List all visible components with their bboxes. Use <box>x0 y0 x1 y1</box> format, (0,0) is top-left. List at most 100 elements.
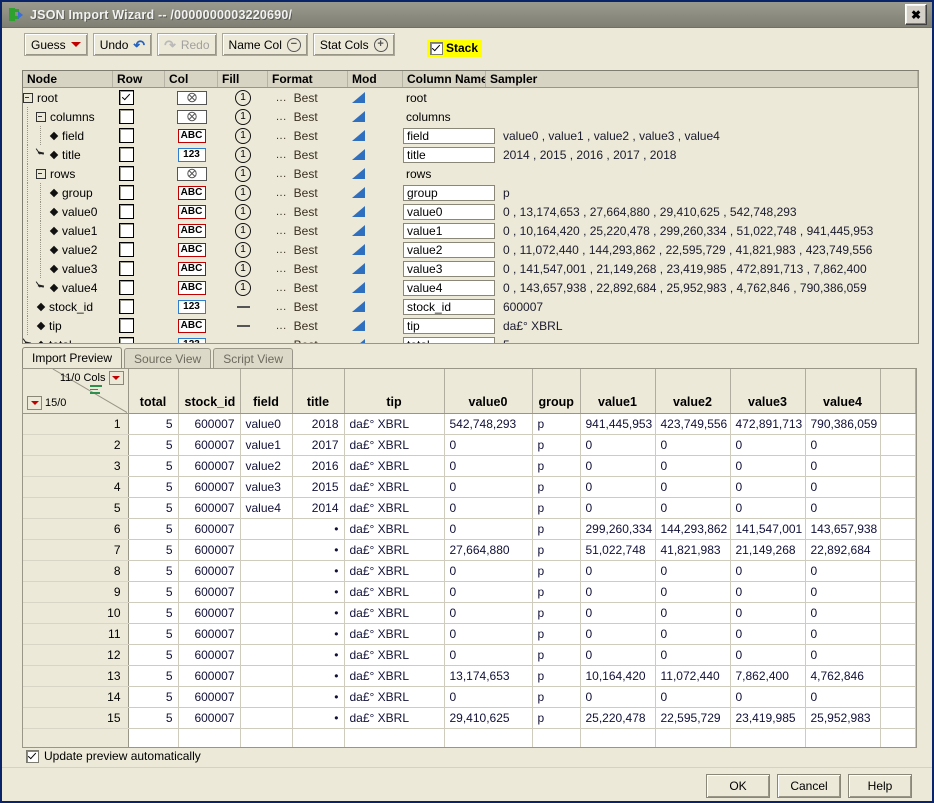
cell-stock-id[interactable]: 600007 <box>178 539 241 561</box>
tree-fill-cell[interactable]: 1 <box>218 184 268 201</box>
tree-coltype-cell[interactable]: 123 <box>165 337 218 343</box>
cell-value3[interactable]: 0 <box>730 560 806 582</box>
row-number-cell[interactable]: 10 <box>23 602 129 624</box>
table-row[interactable]: 11 5 600007 • da£° XBRL 0 p 0 0 0 0 <box>23 623 916 645</box>
tree-column-name-cell[interactable]: root <box>403 91 503 105</box>
format-ellipsis-icon[interactable]: ... <box>276 149 287 161</box>
table-row[interactable]: 14 5 600007 • da£° XBRL 0 p 0 0 0 0 <box>23 686 916 708</box>
cell-group[interactable]: p <box>532 434 581 456</box>
cell-stock-id[interactable]: 600007 <box>178 560 241 582</box>
cell-value4[interactable]: 0 <box>805 623 881 645</box>
stack-checkbox[interactable] <box>430 41 443 55</box>
cell-title[interactable]: 2018 <box>292 413 345 435</box>
row-number-cell[interactable]: 7 <box>23 539 129 561</box>
cell-field[interactable] <box>240 644 293 666</box>
table-corner-cell[interactable]: 11/0 Cols 15/0 <box>23 369 129 414</box>
type-structure-icon[interactable] <box>176 166 207 181</box>
cell-group[interactable]: p <box>532 560 581 582</box>
col-header-value4[interactable]: value4 <box>805 369 881 414</box>
cell-value3[interactable]: 0 <box>730 455 806 477</box>
cell-value2[interactable]: 144,293,862 <box>655 518 731 540</box>
tree-mod-cell[interactable] <box>348 92 403 103</box>
cell-stock-id[interactable]: 600007 <box>178 602 241 624</box>
tree-fill-cell[interactable]: 1 <box>218 89 268 106</box>
cell-value3[interactable]: 0 <box>730 686 806 708</box>
cell-value3[interactable]: 0 <box>730 434 806 456</box>
type-text-icon[interactable]: ABC <box>177 280 206 295</box>
type-numeric-icon[interactable]: 123 <box>177 299 206 314</box>
cell-stock-id[interactable]: 600007 <box>178 623 241 645</box>
cancel-button[interactable]: Cancel <box>777 774 841 798</box>
cell-title[interactable]: • <box>292 602 345 624</box>
row-number-cell[interactable]: 9 <box>23 581 129 603</box>
mod-triangle-icon[interactable] <box>352 206 365 217</box>
tree-row-checkbox[interactable] <box>119 185 134 200</box>
cell-value1[interactable]: 51,022,748 <box>580 539 656 561</box>
cell-field[interactable] <box>240 623 293 645</box>
row-number-cell[interactable]: 8 <box>23 560 129 582</box>
mod-triangle-icon[interactable] <box>352 92 365 103</box>
cell-value0[interactable]: 13,174,653 <box>444 665 533 687</box>
cell-value2[interactable]: 0 <box>655 644 731 666</box>
tree-format-cell[interactable]: ... Best <box>268 243 348 257</box>
cell-field[interactable]: value3 <box>240 476 293 498</box>
tree-row-checkbox[interactable] <box>119 90 134 105</box>
cell-value0[interactable]: 542,748,293 <box>444 413 533 435</box>
tree-fill-cell[interactable]: 1 <box>218 260 268 277</box>
tree-header-fill[interactable]: Fill <box>218 71 268 87</box>
tree-mod-cell[interactable] <box>348 339 403 343</box>
tree-node-cell[interactable]: value2 <box>23 240 113 259</box>
fill-one-icon[interactable]: 1 <box>235 184 251 201</box>
cell-title[interactable]: • <box>292 581 345 603</box>
cell-value0[interactable]: 27,664,880 <box>444 539 533 561</box>
col-header-value0[interactable]: value0 <box>444 369 533 414</box>
cell-tip[interactable]: da£° XBRL <box>344 623 445 645</box>
cell-value1[interactable]: 10,164,420 <box>580 665 656 687</box>
tree-node-cell[interactable]: stock_id <box>23 297 113 316</box>
mod-triangle-icon[interactable] <box>352 244 365 255</box>
cell-value0[interactable]: 0 <box>444 434 533 456</box>
fill-one-icon[interactable]: 1 <box>235 279 251 296</box>
tree-coltype-cell[interactable]: ABC <box>165 261 218 276</box>
col-header-stock-id[interactable]: stock_id <box>178 369 241 414</box>
tree-column-name-cell[interactable]: value3 <box>403 260 503 277</box>
tree-node-cell[interactable]: value0 <box>23 202 113 221</box>
tree-column-name-cell[interactable]: total <box>403 336 503 343</box>
tree-row[interactable]: stock_id 123... Best stock_id 600007 <box>23 297 918 316</box>
tree-column-name-cell[interactable]: value2 <box>403 241 503 258</box>
tree-mod-cell[interactable] <box>348 244 403 255</box>
tree-row-checkbox-cell[interactable] <box>113 318 165 333</box>
tree-row[interactable]: field ABC 1... Best field value0 , value1 , v… <box>23 126 918 145</box>
tree-row-checkbox-cell[interactable] <box>113 337 165 343</box>
tree-row-checkbox-cell[interactable] <box>113 185 165 200</box>
cell-value0[interactable]: 0 <box>444 560 533 582</box>
cell-value4[interactable]: 0 <box>805 455 881 477</box>
tree-fill-cell[interactable]: 1 <box>218 108 268 125</box>
format-ellipsis-icon[interactable]: ... <box>276 168 287 180</box>
tree-row-checkbox[interactable] <box>119 337 134 343</box>
cell-tip[interactable]: da£° XBRL <box>344 602 445 624</box>
guess-button[interactable]: Guess <box>24 33 88 56</box>
cell-field[interactable]: value4 <box>240 497 293 519</box>
type-numeric-icon[interactable]: 123 <box>177 147 206 162</box>
cols-indicator-group[interactable]: 11/0 Cols <box>60 371 124 385</box>
tree-node-cell[interactable]: field <box>23 126 113 145</box>
tree-row[interactable]: value0 ABC 1... Best value0 0 , 13,174,653 , … <box>23 202 918 221</box>
cell-field[interactable] <box>240 665 293 687</box>
cell-value2[interactable]: 0 <box>655 455 731 477</box>
cell-total[interactable]: 5 <box>128 434 179 456</box>
tree-format-cell[interactable]: ... Best <box>268 167 348 181</box>
cell-group[interactable]: p <box>532 707 581 729</box>
redo-button[interactable]: ↷ Redo <box>157 33 217 56</box>
format-ellipsis-icon[interactable]: ... <box>276 301 287 313</box>
cell-total[interactable]: 5 <box>128 581 179 603</box>
cell-tip[interactable]: da£° XBRL <box>344 497 445 519</box>
cell-total[interactable]: 5 <box>128 455 179 477</box>
tree-row-checkbox[interactable] <box>119 147 134 162</box>
column-name-input[interactable]: value4 <box>403 279 495 296</box>
tree-mod-cell[interactable] <box>348 187 403 198</box>
tree-mod-cell[interactable] <box>348 111 403 122</box>
tree-node-cell[interactable]: value4 <box>23 278 113 297</box>
ok-button[interactable]: OK <box>706 774 770 798</box>
mod-triangle-icon[interactable] <box>352 225 365 236</box>
